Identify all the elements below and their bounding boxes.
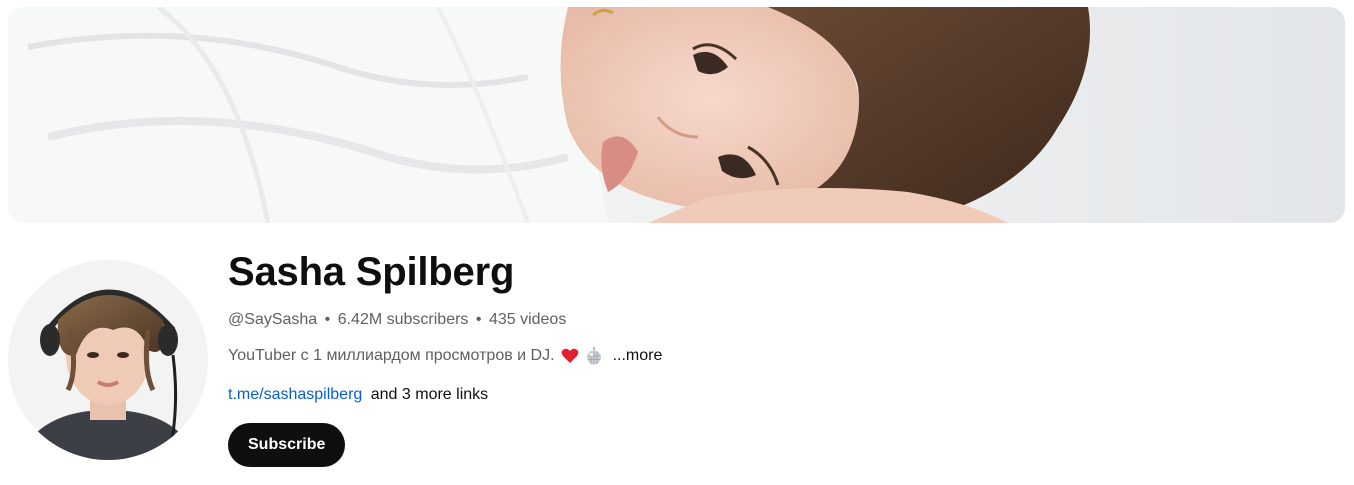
- channel-banner: [8, 7, 1345, 223]
- channel-description[interactable]: YouTuber с 1 миллиардом просмотров и DJ.…: [228, 347, 662, 365]
- separator-dot: •: [324, 311, 331, 328]
- separator-dot: •: [475, 311, 482, 328]
- banner-image: [8, 7, 1345, 223]
- channel-name: Sasha Spilberg: [228, 250, 515, 294]
- heart-icon: [561, 348, 579, 364]
- description-more-button[interactable]: ...more: [613, 347, 663, 365]
- subscriber-count: 6.42M subscribers: [337, 311, 469, 328]
- channel-info: Sasha Spilberg @SaySasha • 6.42M subscri…: [228, 246, 1328, 467]
- description-text: YouTuber с 1 миллиардом просмотров и DJ.: [228, 347, 555, 364]
- channel-links: t.me/sashaspilberg and 3 more links: [228, 386, 488, 404]
- channel-metadata: @SaySasha • 6.42M subscribers • 435 vide…: [228, 311, 566, 329]
- disco-ball-icon: [585, 347, 603, 365]
- video-count: 435 videos: [488, 311, 567, 328]
- channel-handle: @SaySasha: [228, 311, 318, 328]
- subscribe-button[interactable]: Subscribe: [228, 423, 346, 467]
- avatar-image: [8, 260, 208, 460]
- more-links-button[interactable]: and 3 more links: [371, 386, 488, 403]
- channel-link[interactable]: t.me/sashaspilberg: [228, 386, 362, 403]
- channel-avatar[interactable]: [8, 260, 208, 460]
